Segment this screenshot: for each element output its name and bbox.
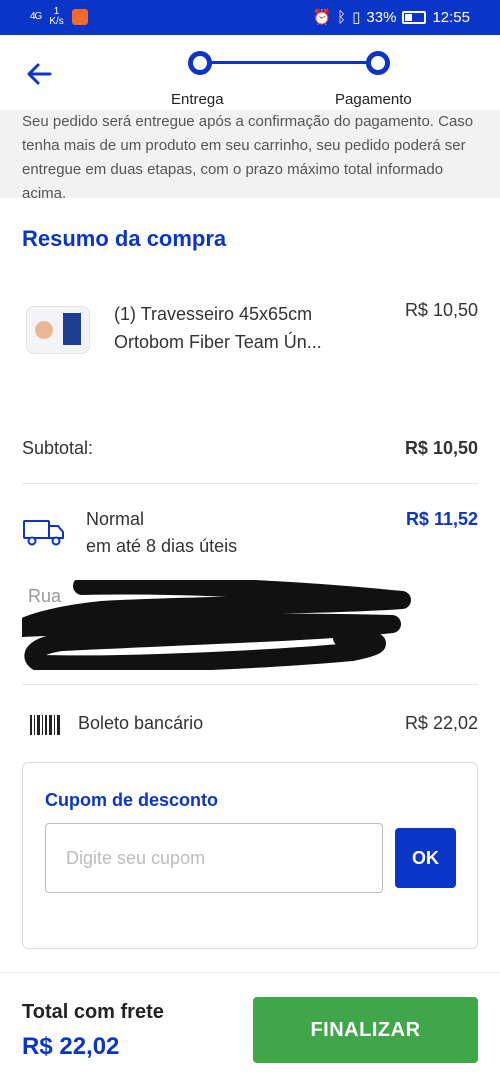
product-name-line1: (1) Travesseiro 45x65cm (114, 304, 313, 324)
signal-indicator: 4G (30, 11, 42, 22)
coupon-card: Cupom de desconto OK (22, 762, 478, 949)
summary-title: Resumo da compra (22, 226, 227, 251)
checkout-footer: Total com frete R$ 22,02 FINALIZAR (0, 972, 500, 1083)
payment-row: Boleto bancário R$ 22,02 (22, 713, 478, 739)
shipping-row: Normal em até 8 dias úteis R$ 11,52 (22, 509, 478, 569)
product-item: (1) Travesseiro 45x65cm Ortobom Fiber Te… (22, 300, 478, 370)
coupon-input[interactable] (45, 823, 383, 893)
status-right: ⏰ ᛒ ▯ 33% 12:55 (312, 8, 470, 27)
shipping-name: Normal (86, 509, 145, 529)
finalize-button[interactable]: FINALIZAR (253, 997, 478, 1063)
payment-value: R$ 22,02 (404, 713, 478, 733)
network-speed-unit: K/s (49, 16, 64, 27)
step-dot-entrega (188, 51, 212, 75)
divider (22, 483, 478, 484)
redaction-scribble (22, 580, 411, 670)
checkout-stepper: Entrega Pagamento (170, 47, 440, 108)
status-left: 4G 1 K/s (30, 7, 88, 27)
step-label-entrega: Entrega (171, 91, 224, 108)
total-value: R$ 22,02 (22, 1033, 120, 1060)
subtotal-value: R$ 10,50 (404, 438, 478, 458)
product-name-line2: Ortobom Fiber Team Ún... (114, 332, 322, 352)
step-label-pagamento: Pagamento (335, 91, 412, 108)
total-label: Total com frete (22, 1001, 164, 1023)
payment-method: Boleto bancário (78, 713, 204, 733)
checkout-header: Entrega Pagamento (0, 35, 500, 110)
delivery-address: Rua (22, 580, 422, 670)
status-bar: 4G 1 K/s ⏰ ᛒ ▯ 33% 12:55 (0, 0, 500, 35)
arrow-left-icon[interactable] (22, 57, 56, 91)
clock: 12:55 (432, 8, 470, 26)
bluetooth-icon: ᛒ (337, 8, 347, 26)
coupon-title: Cupom de desconto (45, 790, 219, 810)
coupon-ok-button[interactable]: OK (395, 828, 456, 888)
product-price: R$ 10,50 (404, 300, 478, 320)
subtotal-label: Subtotal: (22, 438, 94, 458)
shipping-price: R$ 11,52 (405, 509, 478, 529)
alarm-icon: ⏰ (312, 9, 332, 26)
vibrate-icon: ▯ (352, 9, 361, 26)
delivery-notice: Seu pedido será entregue após a confirma… (0, 110, 500, 198)
divider (22, 684, 478, 685)
step-dot-pagamento (366, 51, 390, 75)
truck-icon (23, 520, 64, 546)
network-speed: 1 K/s (49, 7, 63, 27)
battery-icon (402, 10, 427, 24)
stepper-line (200, 61, 378, 64)
shipping-time: em até 8 dias úteis (86, 536, 238, 556)
subtotal-row: Subtotal: R$ 10,50 (22, 438, 478, 464)
battery-percent: 33% (366, 8, 397, 26)
product-image (26, 306, 90, 354)
barcode-icon (30, 715, 60, 735)
product-name: (1) Travesseiro 45x65cm Ortobom Fiber Te… (114, 300, 364, 356)
app-notification-icon (71, 9, 88, 25)
